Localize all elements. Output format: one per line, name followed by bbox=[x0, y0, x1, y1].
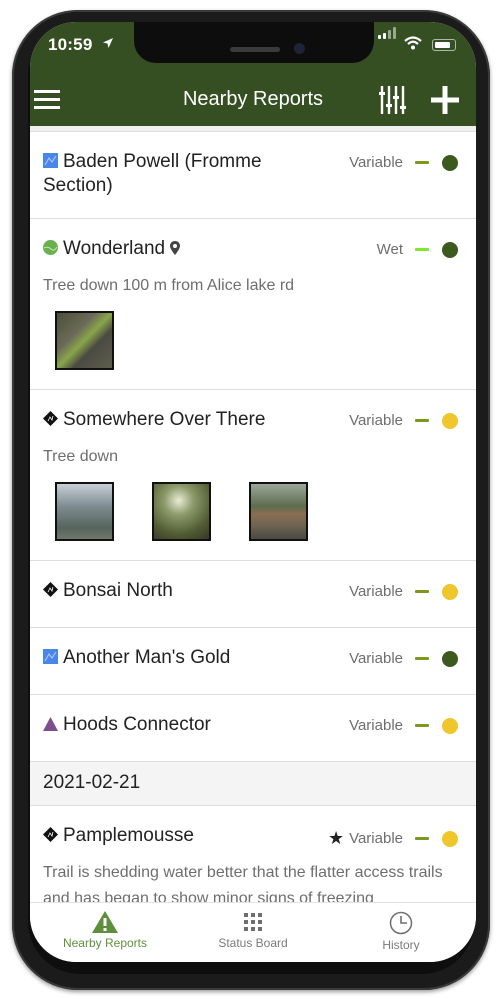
condition-label: Variable bbox=[349, 830, 403, 847]
tab-label: Nearby Reports bbox=[62, 936, 148, 950]
sliders-icon[interactable] bbox=[378, 84, 408, 116]
status-dot-icon bbox=[442, 412, 458, 429]
app-screen: 10:59 Nearby Reports Baden Powell (Fromm… bbox=[30, 22, 476, 962]
report-item[interactable]: Baden Powell (Fromme Section) Variable bbox=[30, 132, 476, 219]
trail-name: Somewhere Over There bbox=[43, 408, 265, 432]
blue-square-icon bbox=[43, 153, 58, 168]
condition-label: Wet bbox=[376, 241, 403, 258]
camera bbox=[294, 43, 305, 54]
trend-dash-icon bbox=[415, 724, 429, 727]
condition-group: Variable bbox=[349, 717, 458, 734]
trend-dash-icon bbox=[415, 590, 429, 593]
status-dot-icon bbox=[442, 650, 458, 667]
green-circle-icon bbox=[43, 240, 58, 255]
plus-icon[interactable] bbox=[430, 85, 460, 115]
tab-label: History bbox=[382, 938, 420, 952]
location-arrow-icon bbox=[103, 38, 113, 48]
notch bbox=[134, 22, 374, 63]
trend-dash-icon bbox=[415, 837, 429, 840]
black-diamond-icon bbox=[43, 411, 58, 426]
report-item[interactable]: Wonderland Wet Tree down 100 m from Alic… bbox=[30, 219, 476, 390]
trail-name: Pamplemousse bbox=[43, 824, 194, 848]
status-dot-icon bbox=[442, 241, 458, 258]
trend-dash-icon bbox=[415, 161, 429, 164]
purple-triangle-icon bbox=[43, 717, 58, 731]
nav-header: 10:59 Nearby Reports bbox=[30, 22, 476, 126]
report-description: Trail is shedding water better that the … bbox=[43, 864, 443, 902]
grid-dots-icon bbox=[244, 913, 262, 931]
trend-dash-icon bbox=[415, 419, 429, 422]
condition-label: Variable bbox=[349, 412, 403, 429]
status-dot-icon bbox=[442, 154, 458, 171]
trail-name: Bonsai North bbox=[43, 579, 173, 603]
condition-group: Variable bbox=[349, 154, 458, 171]
black-diamond-icon bbox=[43, 582, 58, 597]
star-icon: ★ bbox=[327, 828, 345, 848]
warning-triangle-icon bbox=[92, 911, 118, 933]
condition-group: ★ Variable bbox=[328, 828, 458, 849]
tab-history[interactable]: History bbox=[326, 903, 476, 962]
condition-label: Variable bbox=[349, 583, 403, 600]
condition-label: Variable bbox=[349, 717, 403, 734]
photo-strip bbox=[30, 299, 476, 389]
wifi-icon bbox=[404, 36, 422, 50]
tab-status-board[interactable]: Status Board bbox=[178, 903, 328, 962]
status-dot-icon bbox=[442, 583, 458, 600]
report-photo[interactable] bbox=[55, 482, 114, 541]
condition-group: Variable bbox=[349, 583, 458, 600]
blue-square-icon bbox=[43, 649, 58, 664]
condition-group: Wet bbox=[377, 241, 458, 258]
report-item[interactable]: Bonsai North Variable bbox=[30, 561, 476, 628]
status-dot-icon bbox=[442, 830, 458, 847]
tab-bar: Nearby Reports Status Board History bbox=[30, 902, 476, 962]
trend-dash-icon bbox=[415, 657, 429, 660]
tab-label: Status Board bbox=[218, 936, 288, 950]
battery-icon bbox=[432, 39, 456, 51]
black-diamond-icon bbox=[43, 827, 58, 842]
status-time: 10:59 bbox=[48, 35, 93, 54]
report-photo[interactable] bbox=[152, 482, 211, 541]
tab-nearby-reports[interactable]: Nearby Reports bbox=[30, 903, 180, 962]
trail-name: Wonderland bbox=[43, 237, 181, 261]
report-description: Tree down bbox=[43, 448, 118, 465]
speaker bbox=[230, 47, 280, 52]
photo-strip bbox=[30, 470, 476, 560]
report-photo[interactable] bbox=[55, 311, 114, 370]
report-description: Tree down 100 m from Alice lake rd bbox=[43, 277, 295, 294]
report-photo[interactable] bbox=[249, 482, 308, 541]
status-dot-icon bbox=[442, 717, 458, 734]
trail-name: Baden Powell (Fromme Section) bbox=[43, 151, 262, 196]
clock-icon bbox=[389, 911, 413, 935]
location-pin-icon bbox=[170, 241, 181, 255]
report-item[interactable]: Another Man's Gold Variable bbox=[30, 628, 476, 695]
condition-group: Variable bbox=[349, 412, 458, 429]
date-section-header: 2021-02-21 bbox=[30, 762, 476, 806]
trend-dash-icon bbox=[415, 248, 429, 251]
condition-group: Variable bbox=[349, 650, 458, 667]
condition-label: Variable bbox=[349, 650, 403, 667]
report-item[interactable]: Pamplemousse ★ Variable Trail is sheddin… bbox=[30, 806, 476, 902]
report-item[interactable]: Hoods Connector Variable bbox=[30, 695, 476, 762]
condition-label: Variable bbox=[349, 154, 403, 171]
page-title: Nearby Reports bbox=[182, 88, 324, 110]
trail-name: Hoods Connector bbox=[43, 713, 211, 737]
trail-name: Another Man's Gold bbox=[43, 646, 230, 670]
report-item[interactable]: Somewhere Over There Variable Tree down bbox=[30, 390, 476, 561]
reports-list[interactable]: Baden Powell (Fromme Section) Variable W… bbox=[30, 126, 476, 902]
